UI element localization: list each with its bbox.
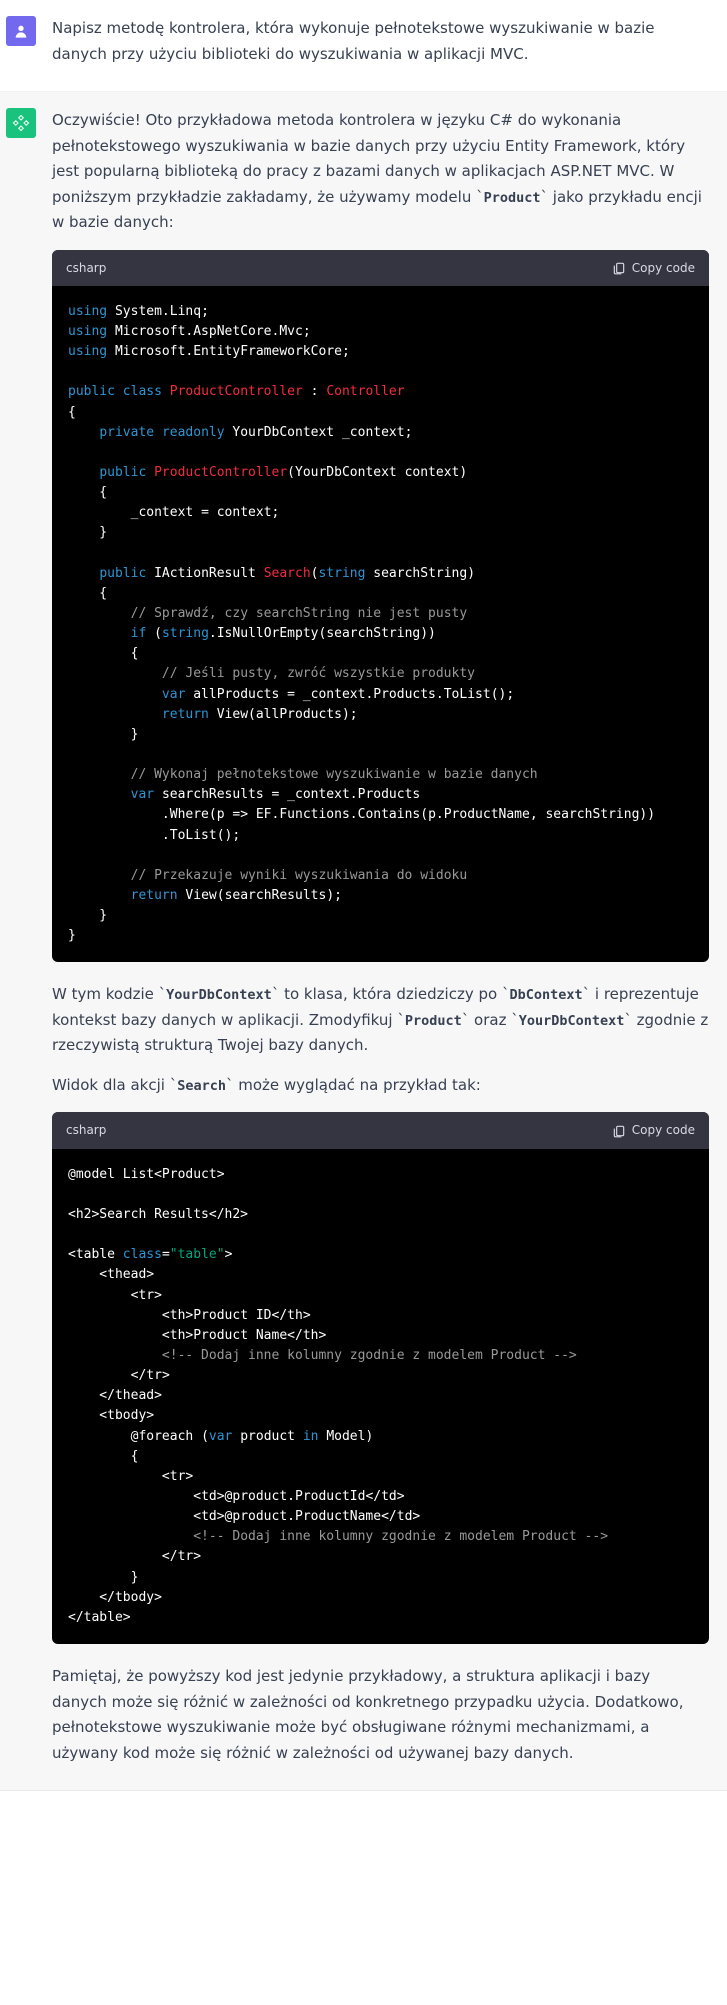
clipboard-icon bbox=[612, 261, 626, 275]
inline-code-search: Search bbox=[177, 1078, 226, 1094]
copy-code-button[interactable]: Copy code bbox=[612, 258, 695, 278]
user-message-content: Napisz metodę kontrolera, która wykonuje… bbox=[52, 16, 717, 67]
assistant-turn: Oczywiście! Oto przykładowa metoda kontr… bbox=[0, 92, 727, 1791]
code-header-2: csharp Copy code bbox=[52, 1112, 709, 1148]
copy-code-button-2[interactable]: Copy code bbox=[612, 1120, 695, 1140]
code-lang-label-2: csharp bbox=[66, 1120, 106, 1140]
inline-code-yourdbcontext-2: YourDbContext bbox=[519, 1013, 625, 1029]
copy-label-2: Copy code bbox=[632, 1120, 695, 1140]
inline-code-product-2: Product bbox=[405, 1013, 462, 1029]
inline-code-product: Product bbox=[484, 190, 541, 206]
assistant-view-para: Widok dla akcji `Search` może wyglądać n… bbox=[52, 1073, 709, 1099]
assistant-avatar bbox=[6, 108, 36, 138]
conversation: Napisz metodę kontrolera, która wykonuje… bbox=[0, 0, 727, 1791]
code-header: csharp Copy code bbox=[52, 250, 709, 286]
openai-icon bbox=[12, 114, 30, 132]
assistant-outro: Pamiętaj, że powyższy kod jest jedynie p… bbox=[52, 1664, 709, 1766]
code-block-view: csharp Copy code @model List<Product> <h… bbox=[52, 1112, 709, 1644]
code-block-controller: csharp Copy code using System.Linq; usin… bbox=[52, 250, 709, 963]
code-content-view[interactable]: @model List<Product> <h2>Search Results<… bbox=[52, 1149, 709, 1644]
inline-code-yourdbcontext: YourDbContext bbox=[166, 987, 272, 1003]
assistant-message-content: Oczywiście! Oto przykładowa metoda kontr… bbox=[52, 108, 717, 1766]
clipboard-icon bbox=[612, 1124, 626, 1138]
code-content-controller[interactable]: using System.Linq; using Microsoft.AspNe… bbox=[52, 286, 709, 963]
copy-label: Copy code bbox=[632, 258, 695, 278]
user-turn: Napisz metodę kontrolera, która wykonuje… bbox=[0, 0, 727, 92]
inline-code-dbcontext: DbContext bbox=[509, 987, 582, 1003]
assistant-mid-para: W tym kodzie `YourDbContext` to klasa, k… bbox=[52, 982, 709, 1059]
user-message-text: Napisz metodę kontrolera, która wykonuje… bbox=[52, 16, 709, 67]
user-avatar bbox=[6, 16, 36, 46]
code-lang-label: csharp bbox=[66, 258, 106, 278]
assistant-intro: Oczywiście! Oto przykładowa metoda kontr… bbox=[52, 108, 709, 236]
person-icon bbox=[13, 23, 29, 39]
